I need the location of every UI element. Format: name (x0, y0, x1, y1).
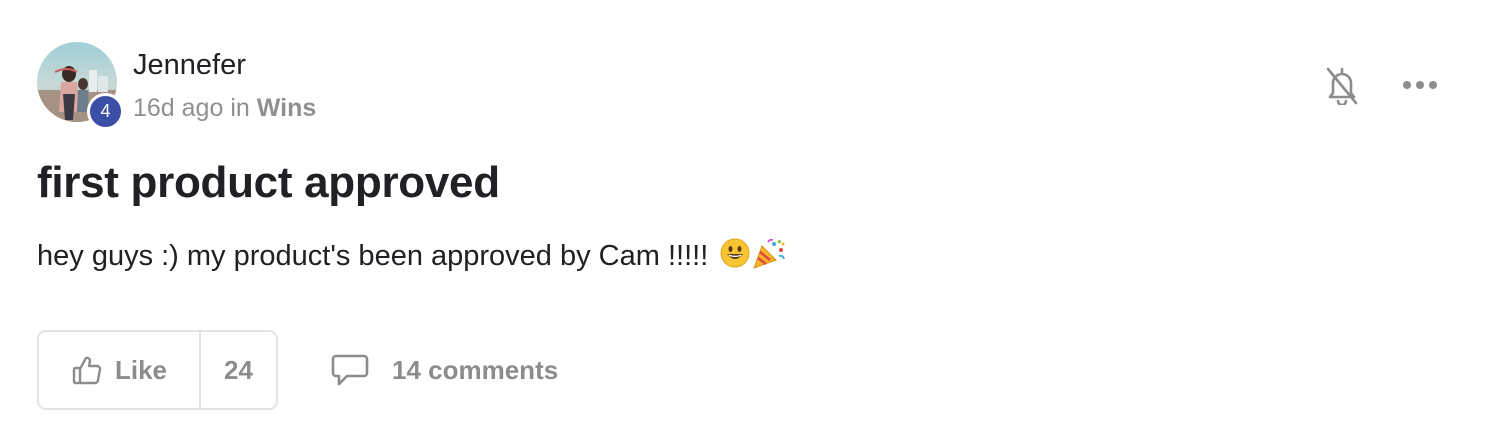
post-time: 16d ago (133, 94, 224, 122)
more-icon (1403, 81, 1437, 89)
like-button[interactable]: Like (39, 332, 201, 408)
post-in-word: in (230, 94, 250, 122)
author-name[interactable]: Jennefer (133, 49, 246, 82)
post-meta: 16d ago in Wins (133, 94, 316, 123)
post-body: hey guys :) my product's been approved b… (37, 238, 786, 273)
thumbs-up-icon (72, 356, 102, 385)
party-popper-icon (753, 239, 786, 270)
grinning-face-icon (720, 238, 750, 268)
post-body-emojis (720, 238, 786, 270)
comment-icon (331, 354, 369, 386)
comments-button[interactable]: 14 comments (330, 344, 558, 396)
post-category[interactable]: Wins (257, 94, 317, 122)
like-label: Like (114, 354, 168, 385)
level-badge: 4 (87, 93, 124, 130)
more-options-button[interactable] (1397, 66, 1443, 104)
notifications-toggle-button[interactable] (1320, 62, 1364, 108)
bell-off-icon (1326, 67, 1358, 105)
author-avatar[interactable]: 4 (37, 42, 124, 130)
post-title[interactable]: first product approved (37, 158, 500, 208)
post-body-text: hey guys :) my product's been approved b… (37, 240, 709, 272)
post-card: 4 Jennefer 16d ago in Wins first product… (0, 0, 1488, 440)
like-control: Like 24 (37, 330, 278, 410)
comments-label: 14 comments (392, 354, 559, 385)
like-count[interactable]: 24 (201, 332, 276, 408)
